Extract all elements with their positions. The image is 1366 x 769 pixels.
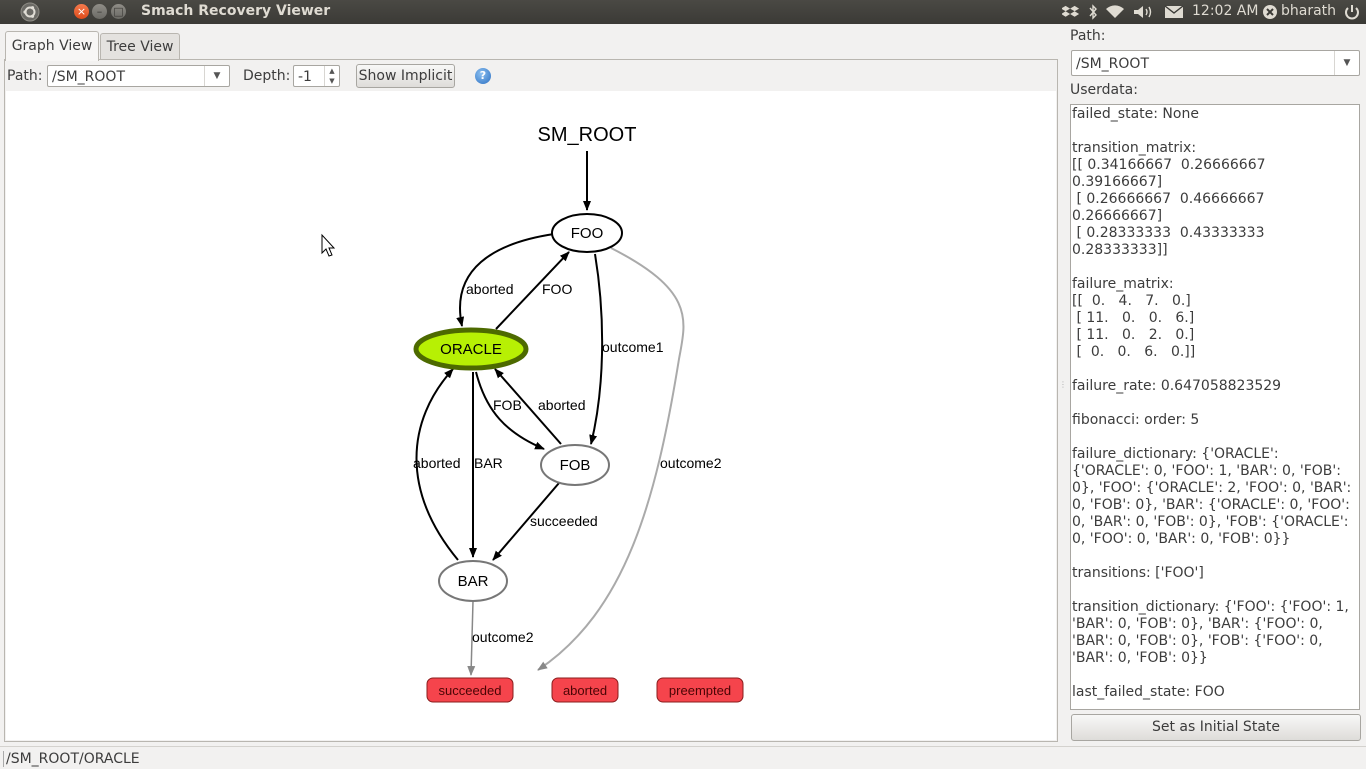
wifi-icon[interactable] [1105, 4, 1125, 20]
volume-icon[interactable] [1133, 4, 1155, 20]
bluetooth-icon[interactable] [1088, 4, 1098, 20]
depth-label: Depth: [243, 68, 291, 84]
power-icon[interactable] [1343, 3, 1361, 21]
tab-graph-view[interactable]: Graph View [5, 31, 99, 61]
userdata-textbox[interactable]: failed_state: None transition_matrix: [[… [1070, 104, 1360, 710]
right-path-value: /SM_ROOT [1076, 56, 1150, 72]
outcome-label: preempted [669, 683, 731, 698]
edge-label: FOO [542, 281, 572, 297]
right-path-combo[interactable]: /SM_ROOT ▼ [1071, 50, 1360, 76]
state-node-label: ORACLE [440, 341, 502, 358]
edge-label: aborted [413, 455, 460, 471]
edge-label: outcome1 [602, 339, 664, 355]
mouse-cursor-icon [321, 233, 336, 257]
maximize-window-button[interactable]: □ [111, 4, 126, 19]
state-node-label: FOO [571, 225, 604, 242]
path-label: Path: [7, 68, 43, 84]
spin-arrows-icon[interactable]: ▲ ▼ [324, 66, 339, 86]
tab-tree-view[interactable]: Tree View [100, 33, 180, 60]
edge-foo-fob-outcome1 [589, 253, 604, 445]
outcome-label: aborted [563, 683, 607, 698]
minimize-window-button[interactable]: – [92, 4, 107, 19]
userdata-label: Userdata: [1070, 82, 1138, 98]
edge-label: succeeded [530, 513, 598, 529]
show-implicit-button[interactable]: Show Implicit [356, 64, 455, 88]
mail-icon[interactable] [1164, 5, 1184, 19]
clock[interactable]: 12:02 AM [1192, 3, 1258, 19]
status-text: /SM_ROOT/ORACLE [3, 751, 140, 767]
path-combo-value: /SM_ROOT [52, 69, 126, 85]
edge-label: outcome2 [472, 629, 534, 645]
ubuntu-logo-icon[interactable] [20, 2, 40, 22]
edge-label: FOB [493, 397, 522, 413]
state-node-label: BAR [458, 573, 489, 590]
status-bar: /SM_ROOT/ORACLE [0, 746, 1366, 769]
username[interactable]: bharath [1281, 3, 1336, 19]
edge-label: BAR [474, 455, 503, 471]
user-icon[interactable] [1262, 4, 1278, 20]
edge-label: aborted [538, 397, 585, 413]
graph-view-pane: Path: /SM_ROOT ▼ Depth: -1 ▲ ▼ Show Impli… [4, 59, 1058, 742]
chevron-down-icon[interactable]: ▼ [204, 66, 229, 86]
edge-label: aborted [466, 281, 513, 297]
root-container-label: SM_ROOT [538, 124, 637, 146]
help-icon[interactable]: ? [475, 68, 491, 84]
chevron-down-icon[interactable]: ▼ [1334, 51, 1359, 75]
edge-foo-oracle-aborted [456, 233, 555, 327]
state-node-label: FOB [560, 457, 591, 474]
outcome-label: succeeded [439, 683, 502, 698]
graph-canvas[interactable]: aborted FOO outcome1 outcome2 FOB aborte… [6, 91, 1056, 740]
userdata-panel: Path: /SM_ROOT ▼ Userdata: failed_state:… [1062, 24, 1366, 746]
graph-toolbar: Path: /SM_ROOT ▼ Depth: -1 ▲ ▼ Show Impli… [5, 60, 1057, 92]
top-panel: × – □ Smach Recovery Viewer 12:02 AM bha… [0, 0, 1366, 24]
dropbox-icon[interactable] [1062, 4, 1080, 20]
depth-spinbox[interactable]: -1 ▲ ▼ [293, 65, 340, 87]
window-title: Smach Recovery Viewer [141, 3, 331, 19]
close-window-button[interactable]: × [74, 4, 89, 19]
set-initial-state-button[interactable]: Set as Initial State [1071, 714, 1361, 741]
right-path-label: Path: [1070, 28, 1106, 44]
edge-label: outcome2 [660, 455, 722, 471]
depth-value: -1 [298, 69, 312, 85]
path-combo[interactable]: /SM_ROOT ▼ [47, 65, 230, 87]
